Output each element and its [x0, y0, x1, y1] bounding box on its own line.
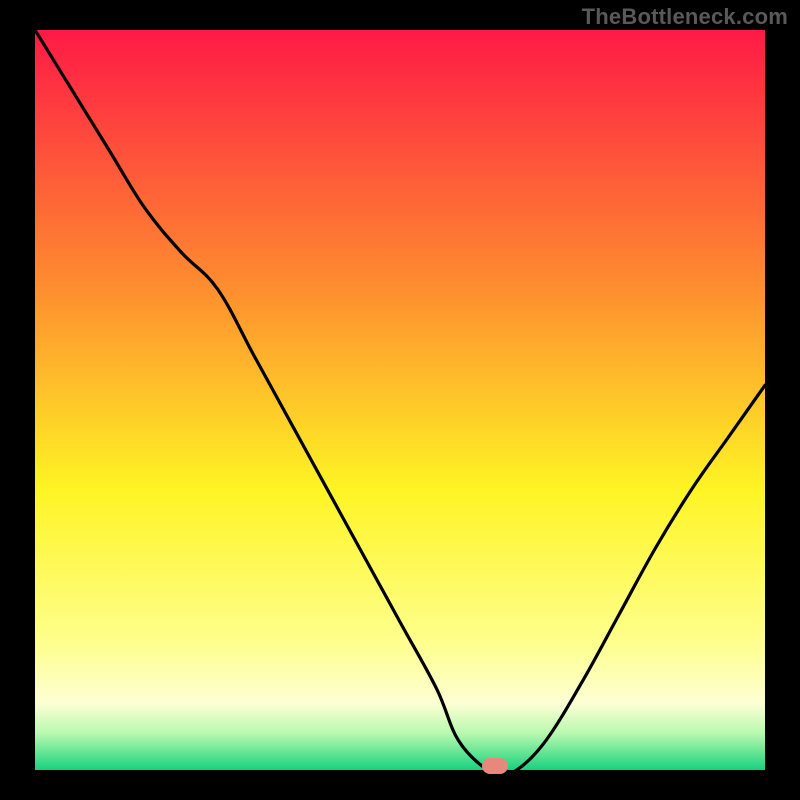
optimum-marker	[482, 758, 508, 774]
watermark-text: TheBottleneck.com	[582, 4, 788, 30]
gradient-background	[35, 30, 765, 770]
chart-svg	[35, 30, 765, 770]
chart-frame: TheBottleneck.com	[0, 0, 800, 800]
plot-area	[35, 30, 765, 770]
